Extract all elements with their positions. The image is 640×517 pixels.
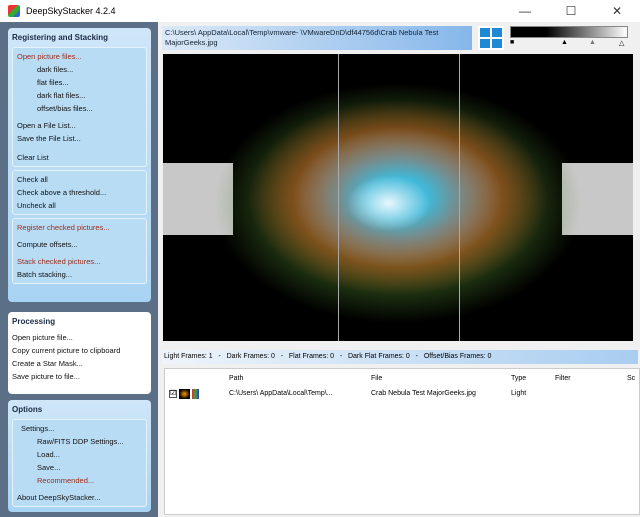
save-file-list[interactable]: Save the File List... (13, 132, 146, 145)
check-above-threshold[interactable]: Check above a threshold... (13, 186, 146, 199)
main-area: C:\Users\ AppData\Local\Temp\vmware- \VM… (158, 22, 640, 517)
tiles-icon[interactable] (478, 26, 504, 50)
table-header: Path File Type Filter Sc (165, 372, 640, 386)
close-button[interactable]: ✕ (594, 0, 640, 22)
file-table: Path File Type Filter Sc ☑ C:\Users\ App… (164, 368, 640, 515)
shadow-slider-icon[interactable]: ▲ (561, 39, 568, 46)
header-filter[interactable]: Filter (555, 372, 571, 386)
check-all[interactable]: Check all (13, 173, 146, 186)
create-star-mask[interactable]: Create a Star Mask... (8, 357, 151, 370)
dark-files[interactable]: dark files... (13, 63, 146, 76)
nebula-image[interactable] (163, 54, 633, 341)
processing-title: Processing (12, 317, 56, 326)
header-score[interactable]: Sc (627, 372, 635, 386)
open-picture-files[interactable]: Open picture files... (13, 50, 146, 63)
flat-files[interactable]: flat files... (13, 76, 146, 89)
copy-to-clipboard[interactable]: Copy current picture to clipboard (8, 344, 151, 357)
settings[interactable]: Settings... (13, 422, 146, 435)
save-picture[interactable]: Save picture to file... (8, 370, 151, 383)
header-file[interactable]: File (371, 372, 382, 386)
file-path: C:\Users\ AppData\Local\Temp\vmware- \VM… (162, 26, 472, 50)
maximize-button[interactable]: ☐ (548, 0, 594, 22)
row-path: C:\Users\ AppData\Local\Temp\... (229, 390, 333, 397)
white-point-icon[interactable]: △ (619, 39, 624, 47)
app-icon (8, 5, 20, 17)
color-icon (192, 389, 199, 399)
clear-list[interactable]: Clear List (13, 151, 146, 164)
uncheck-all[interactable]: Uncheck all (13, 199, 146, 212)
title-bar: DeepSkyStacker 4.2.4 — ☐ ✕ (0, 0, 640, 22)
raw-fits-settings[interactable]: Raw/FITS DDP Settings... (13, 435, 146, 448)
open-file-list[interactable]: Open a File List... (13, 119, 146, 132)
offset-bias-files[interactable]: offset/bias files... (13, 102, 146, 115)
sidebar: Registering and Stacking Open picture fi… (0, 22, 158, 517)
row-checkbox[interactable]: ☑ (169, 390, 177, 398)
thumbnail-icon (179, 389, 190, 399)
stack-checked[interactable]: Stack checked pictures... (13, 255, 146, 268)
black-point-icon[interactable]: ■ (510, 39, 514, 46)
minimize-button[interactable]: — (502, 0, 548, 22)
registering-panel: Registering and Stacking Open picture fi… (8, 28, 151, 302)
register-checked[interactable]: Register checked pictures... (13, 221, 146, 234)
table-row[interactable]: ☑ C:\Users\ AppData\Local\Temp\... Crab … (165, 387, 640, 401)
dark-flat-files[interactable]: dark flat files... (13, 89, 146, 102)
header-path[interactable]: Path (229, 372, 243, 386)
open-picture-file[interactable]: Open picture file... (8, 331, 151, 344)
midtone-slider-icon[interactable]: ▲ (589, 39, 596, 46)
row-file: Crab Nebula Test MajorGeeks.jpg (371, 390, 476, 397)
compute-offsets[interactable]: Compute offsets... (13, 238, 146, 251)
load-settings[interactable]: Load... (13, 448, 146, 461)
row-type: Light (511, 390, 527, 397)
header-type[interactable]: Type (511, 372, 526, 386)
save-settings[interactable]: Save... (13, 461, 146, 474)
frame-stats: Light Frames: 1 - Dark Frames: 0 - Flat … (162, 350, 638, 364)
options-title: Options (12, 405, 43, 414)
about[interactable]: About DeepSkyStacker... (13, 491, 146, 504)
window-title: DeepSkyStacker 4.2.4 (26, 6, 116, 16)
recommended-settings[interactable]: Recommended... (13, 474, 146, 487)
batch-stacking[interactable]: Batch stacking... (13, 268, 146, 281)
registering-title: Registering and Stacking (12, 33, 109, 42)
processing-panel: Processing Open picture file... Copy cur… (8, 312, 151, 394)
options-panel: Options Settings... Raw/FITS DDP Setting… (8, 400, 151, 512)
levels-gradient[interactable] (510, 26, 628, 38)
